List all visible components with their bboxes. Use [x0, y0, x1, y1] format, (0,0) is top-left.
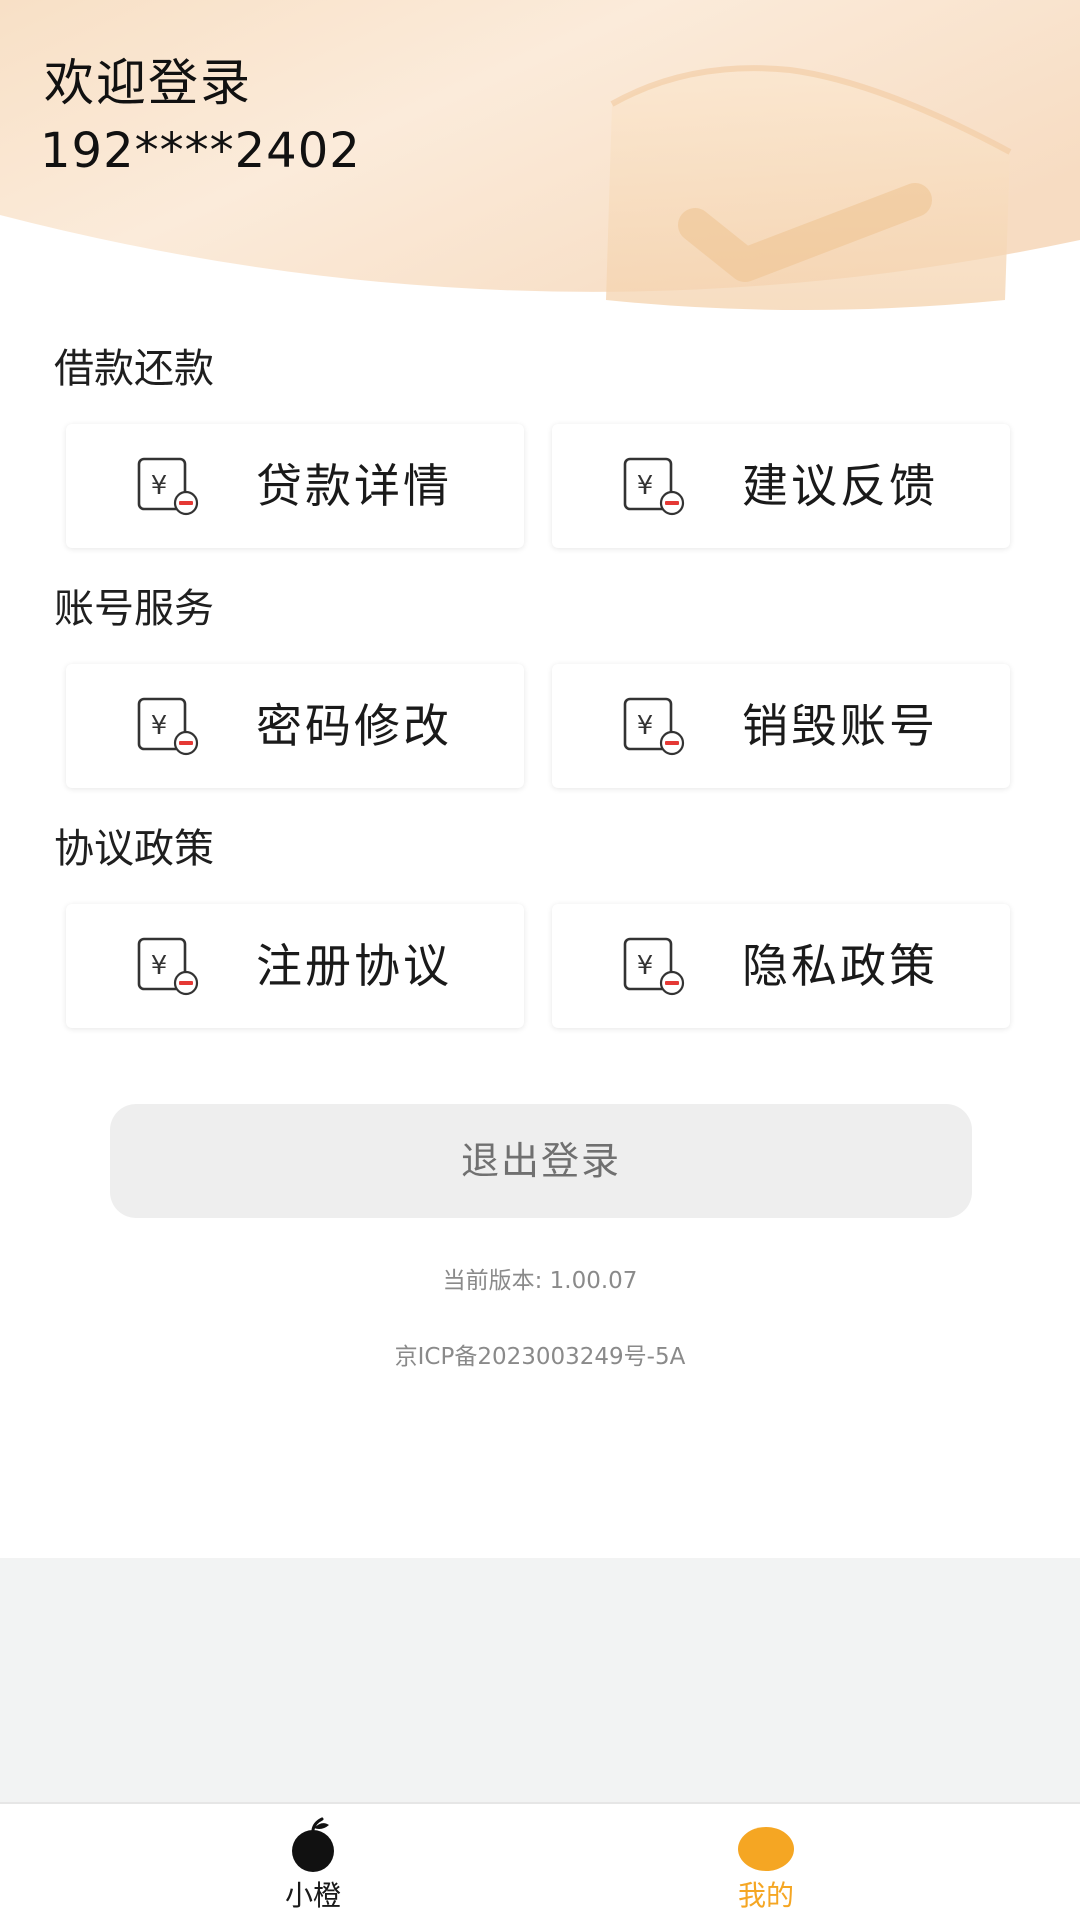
card-label: 隐私政策	[742, 939, 938, 993]
feedback-button[interactable]: ¥ 建议反馈	[552, 424, 1010, 548]
svg-text:¥: ¥	[151, 951, 168, 981]
svg-text:¥: ¥	[151, 711, 168, 741]
svg-text:¥: ¥	[637, 951, 654, 981]
loan-details-button[interactable]: ¥ 贷款详情	[66, 424, 524, 548]
welcome-title: 欢迎登录	[44, 54, 252, 112]
icp-text: 京ICP备2023003249号-5A	[394, 1344, 686, 1370]
tab-home[interactable]: 小橙	[213, 1804, 413, 1922]
card-label: 贷款详情	[256, 459, 452, 513]
yuan-bill-icon: ¥	[137, 697, 199, 756]
tab-label: 我的	[737, 1879, 794, 1912]
logout-button[interactable]: 退出登录	[110, 1104, 972, 1218]
svg-text:¥: ¥	[637, 471, 654, 501]
card-label: 注册协议	[256, 939, 452, 993]
section-title-loan: 借款还款	[54, 346, 214, 392]
yuan-bill-icon: ¥	[623, 457, 685, 516]
header: 欢迎登录 192****2402	[0, 0, 1080, 330]
card-label: 销毁账号	[742, 699, 938, 753]
orange-fruit-icon	[292, 1817, 334, 1872]
version-text: 当前版本: 1.00.07	[442, 1268, 638, 1294]
registration-agreement-button[interactable]: ¥ 注册协议	[66, 904, 524, 1028]
svg-text:¥: ¥	[637, 711, 654, 741]
card-label: 建议反馈	[742, 459, 938, 513]
phone-number: 192****2402	[40, 123, 361, 179]
section-title-policy: 协议政策	[54, 826, 214, 872]
section-title-account: 账号服务	[54, 586, 214, 632]
yuan-bill-icon: ¥	[137, 457, 199, 516]
yuan-bill-icon: ¥	[137, 937, 199, 996]
content-spacer	[0, 1558, 1080, 1802]
svg-text:¥: ¥	[151, 471, 168, 501]
delete-account-button[interactable]: ¥ 销毁账号	[552, 664, 1010, 788]
yuan-bill-icon: ¥	[623, 937, 685, 996]
change-password-button[interactable]: ¥ 密码修改	[66, 664, 524, 788]
card-label: 密码修改	[256, 699, 452, 753]
privacy-policy-button[interactable]: ¥ 隐私政策	[552, 904, 1010, 1028]
tab-bar: 小橙 我的	[0, 1802, 1080, 1922]
tab-mine[interactable]: 我的	[666, 1804, 866, 1922]
tab-label: 小橙	[284, 1879, 341, 1912]
yuan-bill-icon: ¥	[623, 697, 685, 756]
profile-dot-icon	[738, 1827, 794, 1871]
